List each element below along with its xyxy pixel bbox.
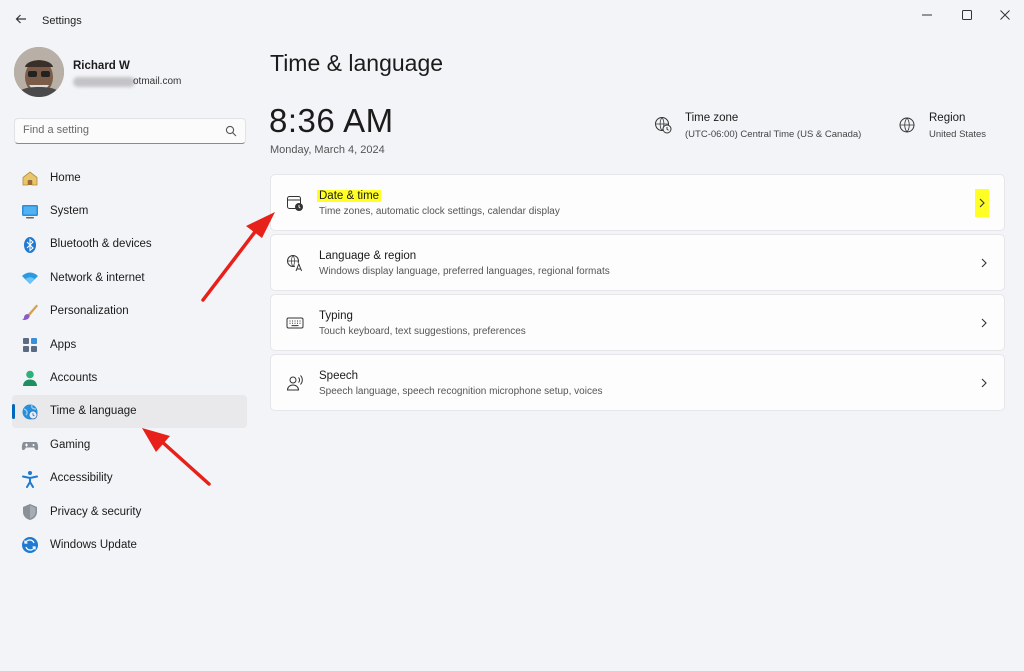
wifi-icon [22, 272, 38, 285]
region-title: Region [929, 112, 966, 124]
search-box[interactable] [14, 118, 246, 144]
card-title: Date & time [317, 190, 382, 202]
sidebar-nav: Home System Bluetooth & devices Network … [12, 161, 247, 562]
speech-icon [286, 375, 303, 391]
sidebar-item-label: Personalization [50, 305, 129, 318]
time-zone-icon [655, 117, 672, 134]
user-email-domain: otmail.com [133, 76, 182, 87]
brush-icon [22, 304, 38, 320]
home-icon [22, 171, 38, 186]
region-value: United States [929, 129, 987, 140]
sidebar-item-label: Accounts [50, 372, 98, 385]
sidebar-item-network[interactable]: Network & internet [12, 261, 247, 294]
card-date-time[interactable]: Date & time Time zones, automatic clock … [270, 174, 1005, 231]
card-title: Speech [319, 370, 359, 382]
accounts-icon [23, 371, 37, 387]
shield-icon [23, 503, 37, 520]
sidebar-item-label: Home [50, 171, 81, 184]
sidebar-item-label: Apps [50, 338, 77, 351]
sidebar-item-accounts[interactable]: Accounts [12, 361, 247, 394]
apps-icon [23, 337, 37, 352]
card-speech[interactable]: Speech Speech language, speech recogniti… [270, 354, 1005, 411]
avatar [14, 47, 64, 97]
close-icon [1000, 10, 1010, 20]
region-globe-icon [899, 117, 915, 133]
keyboard-icon [286, 317, 304, 329]
time-zone-value: (UTC-06:00) Central Time (US & Canada) [685, 129, 862, 140]
close-button[interactable] [990, 6, 1020, 24]
chevron-right-icon [975, 189, 989, 217]
sidebar-item-home[interactable]: Home [12, 161, 247, 194]
sidebar-item-windows-update[interactable]: Windows Update [12, 528, 247, 561]
chevron-right-icon [978, 315, 990, 331]
bluetooth-icon [24, 236, 36, 253]
page-title: Time & language [270, 50, 444, 76]
minimize-button[interactable] [912, 6, 942, 24]
title-bar: Settings [0, 0, 1024, 40]
card-typing[interactable]: Typing Touch keyboard, text suggestions,… [270, 294, 1005, 351]
active-indicator [12, 403, 15, 419]
sidebar-item-privacy-security[interactable]: Privacy & security [12, 495, 247, 528]
sidebar-item-label: Gaming [50, 438, 91, 451]
sidebar-item-bluetooth[interactable]: Bluetooth & devices [12, 228, 247, 261]
sidebar-item-label: Privacy & security [50, 505, 142, 518]
sidebar-item-personalization[interactable]: Personalization [12, 295, 247, 328]
chevron-right-icon [978, 375, 990, 391]
app-title: Settings [42, 15, 82, 27]
maximize-icon [962, 10, 972, 20]
avatar-photo-icon [14, 47, 64, 97]
chevron-right-icon [978, 255, 990, 271]
language-icon [287, 255, 304, 272]
update-icon [22, 537, 38, 554]
accessibility-icon [22, 470, 38, 488]
sidebar-item-accessibility[interactable]: Accessibility [12, 462, 247, 495]
card-subtitle: Speech language, speech recognition micr… [319, 386, 603, 397]
gamepad-icon [21, 442, 39, 451]
sidebar-item-label: System [50, 205, 89, 218]
sidebar-item-label: Accessibility [50, 472, 113, 485]
calendar-clock-icon [287, 196, 303, 211]
globe-clock-icon [22, 404, 38, 420]
time-zone-title: Time zone [685, 112, 739, 124]
card-subtitle: Touch keyboard, text suggestions, prefer… [319, 326, 526, 337]
maximize-button[interactable] [952, 6, 982, 24]
current-date: Monday, March 4, 2024 [270, 144, 385, 156]
sidebar-item-gaming[interactable]: Gaming [12, 428, 247, 461]
card-subtitle: Windows display language, preferred lang… [319, 266, 610, 277]
sidebar-item-label: Network & internet [50, 271, 145, 284]
search-icon[interactable] [225, 125, 237, 137]
sidebar-item-label: Windows Update [50, 538, 137, 551]
sidebar-item-label: Time & language [50, 405, 137, 418]
sidebar-item-apps[interactable]: Apps [12, 328, 247, 361]
user-name: Richard W [73, 60, 130, 72]
email-redaction [73, 77, 135, 87]
back-arrow-icon [15, 14, 26, 24]
back-button[interactable] [10, 8, 32, 30]
card-title: Typing [319, 310, 353, 322]
minimize-icon [922, 14, 932, 16]
current-time: 8:36 AM [269, 102, 394, 139]
card-title: Language & region [319, 250, 417, 262]
search-input[interactable] [23, 124, 213, 136]
sidebar-item-label: Bluetooth & devices [50, 238, 152, 251]
card-language-region[interactable]: Language & region Windows display langua… [270, 234, 1005, 291]
card-subtitle: Time zones, automatic clock settings, ca… [319, 206, 560, 217]
system-monitor-icon [22, 205, 38, 219]
sidebar-item-time-language[interactable]: Time & language [12, 394, 247, 429]
sidebar-item-system[interactable]: System [12, 194, 247, 227]
user-email: otmail.com [73, 76, 203, 88]
